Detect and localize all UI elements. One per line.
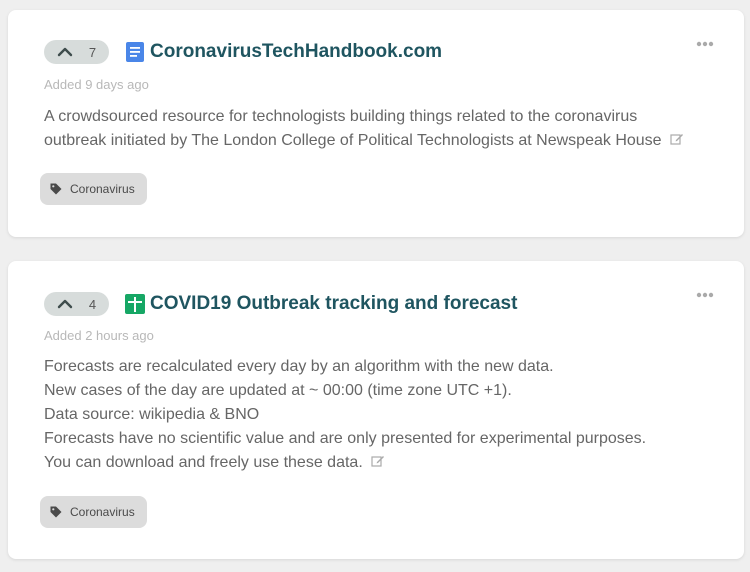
vote-count: 4 xyxy=(88,296,97,312)
tag-chip[interactable]: Coronavirus xyxy=(40,173,147,205)
chevron-up-icon xyxy=(57,47,73,57)
description-line-last: outbreak initiated by The London College… xyxy=(44,129,724,153)
tag-label: Coronavirus xyxy=(70,505,135,519)
post-card: 7 CoronavirusTechHandbook.com Added 9 da… xyxy=(8,10,744,237)
more-dots-icon xyxy=(696,292,714,298)
description-line: New cases of the day are updated at ~ 00… xyxy=(44,382,512,399)
description-line: Data source: wikipedia & BNO xyxy=(44,406,260,423)
vote-count: 7 xyxy=(88,44,97,60)
description-line-last: You can download and freely use these da… xyxy=(44,451,724,475)
description-line: Forecasts are recalculated every day by … xyxy=(44,358,554,375)
edit-icon[interactable] xyxy=(371,454,385,468)
tag-icon xyxy=(50,183,62,195)
description-line: You can download and freely use these da… xyxy=(44,454,363,471)
spreadsheet-icon xyxy=(125,294,145,314)
tag-label: Coronavirus xyxy=(70,182,135,196)
post-title-link[interactable]: CoronavirusTechHandbook.com xyxy=(150,41,442,63)
post-header: 4 COVID19 Outbreak tracking and forecast xyxy=(44,292,517,316)
post-header: 7 CoronavirusTechHandbook.com xyxy=(44,40,442,64)
document-icon xyxy=(126,42,144,62)
edit-icon[interactable] xyxy=(669,132,684,146)
post-card: 4 COVID19 Outbreak tracking and forecast… xyxy=(8,261,744,559)
tag-chip[interactable]: Coronavirus xyxy=(40,496,147,528)
more-options-button[interactable] xyxy=(696,292,714,298)
chevron-up-icon xyxy=(57,299,73,309)
more-dots-icon xyxy=(696,41,714,47)
upvote-button[interactable]: 7 xyxy=(44,40,109,64)
tag-icon xyxy=(50,506,62,518)
upvote-button[interactable]: 4 xyxy=(44,292,109,316)
description-line: Forecasts have no scientific value and a… xyxy=(44,430,647,447)
description-line: outbreak initiated by The London College… xyxy=(44,132,662,149)
added-timestamp: Added 9 days ago xyxy=(44,77,149,92)
post-description: Forecasts are recalculated every day by … xyxy=(44,355,724,475)
more-options-button[interactable] xyxy=(696,41,714,47)
post-description: A crowdsourced resource for technologist… xyxy=(44,105,724,153)
added-timestamp: Added 2 hours ago xyxy=(44,328,154,343)
description-line: A crowdsourced resource for technologist… xyxy=(44,108,638,125)
post-title-link[interactable]: COVID19 Outbreak tracking and forecast xyxy=(150,293,517,315)
